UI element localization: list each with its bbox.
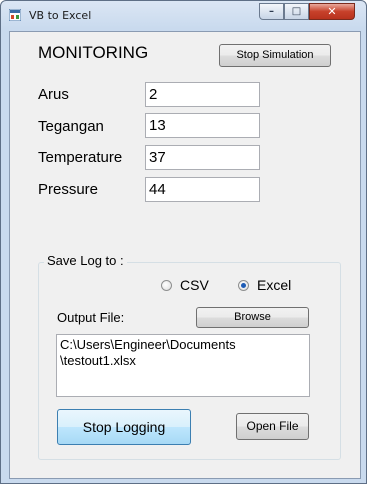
maximize-button[interactable]: □	[284, 3, 309, 20]
tegangan-label: Tegangan	[38, 118, 104, 135]
browse-button[interactable]: Browse	[196, 307, 309, 328]
save-log-group-title: Save Log to :	[44, 253, 127, 268]
temperature-label: Temperature	[38, 149, 123, 166]
maximize-icon: □	[291, 6, 302, 17]
form-client-area: MONITORING Stop Simulation Arus 2 Tegang…	[9, 31, 361, 479]
excel-radio[interactable]	[238, 280, 249, 291]
app-icon	[9, 9, 21, 21]
close-button[interactable]: ✕	[309, 3, 355, 20]
app-window: VB to Excel – □ ✕ MONITORING Stop Simula…	[0, 0, 367, 484]
minimize-icon: –	[269, 6, 274, 17]
pressure-field[interactable]: 44	[145, 177, 260, 202]
monitoring-heading: MONITORING	[38, 43, 149, 62]
title-bar[interactable]: VB to Excel – □ ✕	[1, 1, 366, 31]
temperature-field[interactable]: 37	[145, 145, 260, 170]
output-path-textarea[interactable]: C:\Users\Engineer\Documents \testout1.xl…	[56, 334, 310, 397]
stop-logging-button[interactable]: Stop Logging	[57, 409, 191, 445]
excel-radio-label[interactable]: Excel	[257, 277, 291, 293]
csv-radio[interactable]	[161, 280, 172, 291]
tegangan-field[interactable]: 13	[145, 113, 260, 138]
csv-radio-label[interactable]: CSV	[180, 277, 209, 293]
minimize-button[interactable]: –	[259, 3, 284, 20]
stop-simulation-button[interactable]: Stop Simulation	[219, 44, 331, 67]
close-icon: ✕	[327, 5, 337, 18]
radio-selected-dot	[241, 283, 246, 288]
arus-field[interactable]: 2	[145, 82, 260, 107]
arus-label: Arus	[38, 86, 69, 103]
open-file-button[interactable]: Open File	[236, 413, 309, 440]
output-file-label: Output File:	[57, 310, 125, 325]
pressure-label: Pressure	[38, 181, 99, 198]
window-title: VB to Excel	[29, 9, 92, 22]
